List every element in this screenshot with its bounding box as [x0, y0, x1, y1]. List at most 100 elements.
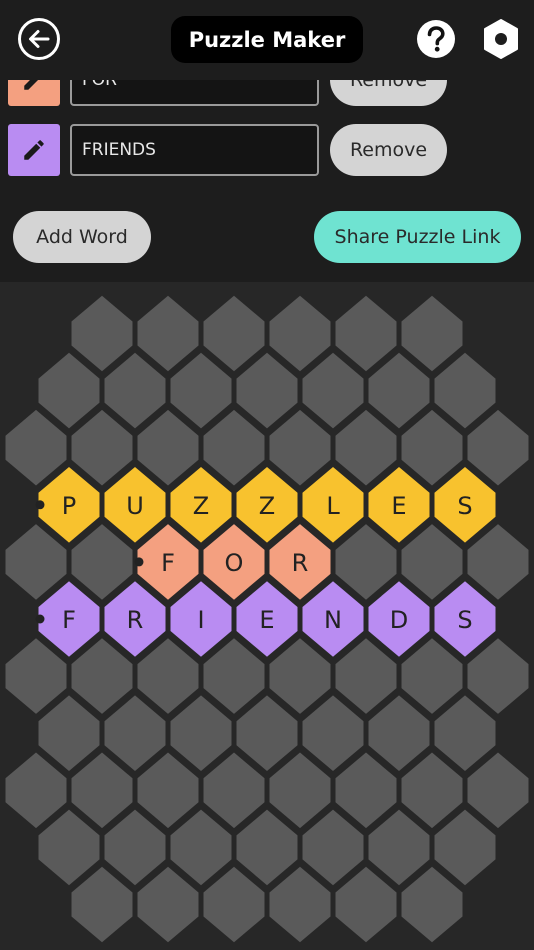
empty-hex-cell[interactable] [170, 352, 232, 429]
word-start-dot [35, 614, 45, 624]
empty-hex-cell[interactable] [302, 352, 364, 429]
tile-letter: E [259, 606, 274, 634]
tile-letter: O [225, 549, 244, 577]
tile-letter: Z [259, 492, 275, 520]
empty-hex-cell[interactable] [467, 638, 529, 714]
page-title: Puzzle Maker [171, 16, 363, 63]
empty-hex-cell[interactable] [401, 752, 463, 829]
empty-hex-cell[interactable] [335, 524, 397, 600]
empty-hex-cell[interactable] [137, 752, 199, 829]
empty-hex-cell[interactable] [104, 695, 166, 771]
tile-letter: U [126, 492, 144, 520]
tile-letter: Z [193, 492, 209, 520]
empty-hex-cell[interactable] [434, 695, 496, 771]
empty-hex-cell[interactable] [236, 695, 298, 771]
empty-hex-cell[interactable] [335, 638, 397, 714]
empty-hex-cell[interactable] [269, 295, 331, 372]
empty-hex-cell[interactable] [137, 409, 199, 486]
tile-letter: E [391, 492, 406, 520]
empty-hex-cell[interactable] [5, 752, 67, 829]
edit-word-button[interactable] [8, 124, 60, 176]
tile-letter: F [62, 606, 76, 634]
empty-hex-cell[interactable] [269, 638, 331, 714]
hexagon-gear-icon [484, 19, 518, 59]
tile-letter: S [457, 492, 472, 520]
empty-hex-cell[interactable] [401, 524, 463, 600]
tile-letter: R [127, 606, 144, 634]
empty-hex-cell[interactable] [203, 409, 265, 486]
tile-letter: R [292, 549, 309, 577]
empty-hex-cell[interactable] [269, 752, 331, 829]
app-header: Puzzle Maker [0, 0, 534, 80]
empty-hex-cell[interactable] [203, 295, 265, 372]
empty-hex-cell[interactable] [5, 524, 67, 600]
empty-hex-cell[interactable] [269, 409, 331, 486]
empty-hex-cell[interactable] [335, 409, 397, 486]
tile-letter: D [390, 606, 408, 634]
tile-letter: I [197, 606, 204, 634]
tile-letter: L [326, 492, 340, 520]
empty-hex-cell[interactable] [71, 409, 133, 486]
empty-hex-cell[interactable] [137, 295, 199, 372]
empty-hex-cell[interactable] [71, 638, 133, 714]
empty-hex-cell[interactable] [401, 638, 463, 714]
back-button[interactable] [17, 17, 61, 61]
settings-button[interactable] [482, 18, 520, 60]
word-row: Remove [0, 124, 534, 178]
hex-grid: P U Z Z L E S F O R F R I E N D S [5, 295, 529, 943]
empty-hex-cell[interactable] [236, 352, 298, 429]
tile-letter: F [161, 549, 175, 577]
puzzle-maker-app: Remove Remove Add Word Share Puzzle Link… [0, 0, 534, 950]
tile-letter: P [62, 492, 76, 520]
empty-hex-cell[interactable] [368, 809, 430, 886]
empty-hex-cell[interactable] [137, 866, 199, 943]
empty-hex-cell[interactable] [104, 809, 166, 886]
share-puzzle-link-button[interactable]: Share Puzzle Link [314, 211, 521, 263]
tile-letter: N [324, 606, 342, 634]
empty-hex-cell[interactable] [401, 866, 463, 943]
empty-hex-cell[interactable] [368, 352, 430, 429]
empty-hex-cell[interactable] [71, 866, 133, 943]
empty-hex-cell[interactable] [368, 695, 430, 771]
empty-hex-cell[interactable] [38, 809, 100, 886]
empty-hex-cell[interactable] [203, 752, 265, 829]
empty-hex-cell[interactable] [269, 866, 331, 943]
empty-hex-cell[interactable] [104, 352, 166, 429]
empty-hex-cell[interactable] [434, 809, 496, 886]
empty-hex-cell[interactable] [236, 809, 298, 886]
empty-hex-cell[interactable] [170, 695, 232, 771]
empty-hex-cell[interactable] [71, 524, 133, 600]
pencil-icon [24, 140, 44, 160]
empty-hex-cell[interactable] [137, 638, 199, 714]
empty-hex-cell[interactable] [5, 638, 67, 714]
empty-hex-cell[interactable] [203, 638, 265, 714]
empty-hex-cell[interactable] [467, 752, 529, 829]
tile-letter: S [457, 606, 472, 634]
empty-hex-cell[interactable] [71, 752, 133, 829]
empty-hex-cell[interactable] [335, 866, 397, 943]
empty-hex-cell[interactable] [5, 409, 67, 486]
question-circle-icon [417, 20, 455, 58]
puzzle-board: P U Z Z L E S F O R F R I E N D S [0, 282, 534, 950]
empty-hex-cell[interactable] [335, 295, 397, 372]
empty-hex-cell[interactable] [38, 352, 100, 429]
word-input[interactable] [70, 124, 319, 176]
empty-hex-cell[interactable] [71, 295, 133, 372]
empty-hex-cell[interactable] [38, 695, 100, 771]
word-start-dot [134, 557, 144, 567]
empty-hex-cell[interactable] [170, 809, 232, 886]
empty-hex-cell[interactable] [335, 752, 397, 829]
add-word-button[interactable]: Add Word [13, 211, 151, 263]
arrow-left-circle-icon [18, 18, 60, 60]
empty-hex-cell[interactable] [302, 809, 364, 886]
word-start-dot [35, 500, 45, 510]
empty-hex-cell[interactable] [401, 409, 463, 486]
help-button[interactable] [416, 19, 456, 59]
empty-hex-cell[interactable] [203, 866, 265, 943]
empty-hex-cell[interactable] [467, 524, 529, 600]
empty-hex-cell[interactable] [467, 409, 529, 486]
empty-hex-cell[interactable] [302, 695, 364, 771]
remove-word-button[interactable]: Remove [330, 124, 447, 176]
empty-hex-cell[interactable] [401, 295, 463, 372]
empty-hex-cell[interactable] [434, 352, 496, 429]
